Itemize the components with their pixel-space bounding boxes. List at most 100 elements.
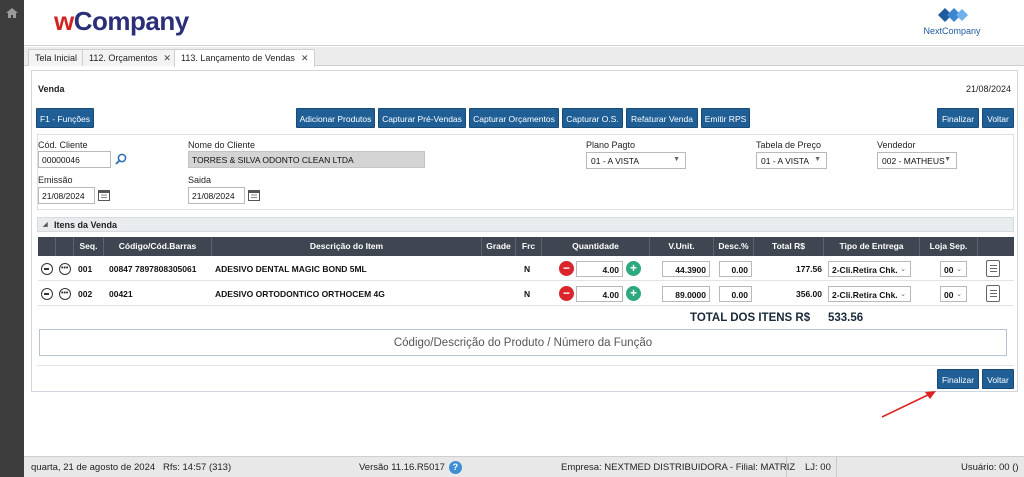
- notes-icon[interactable]: [986, 260, 1000, 277]
- desc-input[interactable]: 0.00: [719, 261, 752, 277]
- status-date: quarta, 21 de agosto de 2024: [31, 462, 156, 473]
- cell-descricao: ADESIVO ORTODONTICO ORTHOCEM 4G: [215, 289, 385, 299]
- table-row[interactable]: ••• 001 00847 7897808305061 ADESIVO DENT…: [38, 257, 1014, 281]
- col-total[interactable]: Total R$: [754, 237, 824, 256]
- chevron-down-icon: ⌄: [956, 291, 962, 298]
- loja-sep-value: 00: [944, 290, 954, 300]
- emissao-input[interactable]: 21/08/2024: [38, 187, 95, 204]
- itens-venda-header[interactable]: ◢ Itens da Venda: [37, 217, 1014, 232]
- collapse-triangle-icon: ◢: [43, 222, 48, 228]
- cell-frc: N: [524, 289, 531, 299]
- itens-venda-title: Itens da Venda: [54, 220, 118, 230]
- tab-label: Tela Inicial: [35, 53, 78, 63]
- home-icon[interactable]: [6, 8, 18, 18]
- company-logo: wCompany: [54, 6, 189, 36]
- col-quantidade[interactable]: Quantidade: [542, 237, 650, 256]
- col-descricao[interactable]: Descrição do Item: [212, 237, 482, 256]
- loja-sep-select[interactable]: 00 ⌄: [940, 261, 967, 277]
- page-date: 21/08/2024: [965, 84, 1011, 94]
- finalizar-button[interactable]: Finalizar: [937, 369, 979, 389]
- tab-orcamentos[interactable]: 112. Orçamentos ✕: [82, 49, 178, 66]
- quantity-input[interactable]: 4.00: [576, 261, 623, 277]
- vendedor-label: Vendedor: [877, 140, 916, 150]
- col-vunit[interactable]: V.Unit.: [650, 237, 714, 256]
- decrease-qty-button[interactable]: −: [559, 286, 574, 301]
- nextcompany-logo: NextCompany: [922, 5, 982, 41]
- loja-sep-value: 00: [944, 265, 954, 275]
- chevron-down-icon: ⌄: [900, 266, 906, 273]
- notes-icon[interactable]: [986, 285, 1000, 302]
- capturar-os-button[interactable]: Capturar O.S.: [562, 108, 623, 128]
- more-options-icon[interactable]: •••: [59, 263, 71, 275]
- col-desc[interactable]: Desc.%: [714, 237, 754, 256]
- venda-panel: Venda 21/08/2024 F1 - Funções Adicionar …: [31, 70, 1018, 392]
- divider: [37, 365, 1014, 366]
- close-icon[interactable]: ✕: [163, 53, 171, 63]
- col-tipo-entrega[interactable]: Tipo de Entrega: [824, 237, 920, 256]
- nextcompany-label: NextCompany: [923, 26, 981, 36]
- chevron-down-icon: ⌄: [956, 266, 962, 273]
- tab-lancamento-vendas[interactable]: 113. Lançamento de Vendas ✕: [174, 49, 316, 67]
- calendar-icon[interactable]: [98, 189, 110, 201]
- calendar-icon[interactable]: [248, 189, 260, 201]
- decrease-qty-button[interactable]: −: [559, 261, 574, 276]
- vunit-input[interactable]: 89.0000: [662, 286, 710, 302]
- capturar-orcamentos-button[interactable]: Capturar Orçamentos: [469, 108, 559, 128]
- tab-strip: Tela Inicial 112. Orçamentos ✕ 113. Lança…: [24, 47, 1024, 67]
- more-options-icon[interactable]: •••: [59, 288, 71, 300]
- help-icon[interactable]: ?: [448, 461, 462, 474]
- annotation-arrow-icon: [881, 391, 936, 418]
- saida-label: Saida: [188, 175, 212, 185]
- tabela-preco-select[interactable]: 01 - A VISTA ▼: [756, 152, 827, 169]
- vunit-input[interactable]: 44.3900: [662, 261, 710, 277]
- finalizar-top-button[interactable]: Finalizar: [937, 108, 979, 128]
- table-row[interactable]: ••• 002 00421 ADESIVO ORTODONTICO ORTHOC…: [38, 282, 1014, 306]
- col-codigo[interactable]: Código/Cód.Barras: [104, 237, 212, 256]
- quantity-input[interactable]: 4.00: [576, 286, 623, 302]
- plano-pagto-select[interactable]: 01 - A VISTA ▼: [586, 152, 686, 169]
- funcoes-button[interactable]: F1 - Funções: [36, 108, 94, 128]
- total-label: TOTAL DOS ITENS R$: [690, 312, 811, 324]
- refaturar-venda-button[interactable]: Refaturar Venda: [626, 108, 698, 128]
- remove-item-icon[interactable]: [41, 263, 53, 275]
- col-loja-sep[interactable]: Loja Sep.: [920, 237, 978, 256]
- emitir-rps-button[interactable]: Emitir RPS: [701, 108, 750, 128]
- product-search-input[interactable]: Código/Descrição do Produto / Número da …: [39, 329, 1007, 356]
- close-icon[interactable]: ✕: [301, 53, 309, 63]
- nome-cliente-label: Nome do Cliente: [188, 140, 256, 150]
- cod-cliente-input[interactable]: 00000046: [38, 151, 111, 168]
- cell-codigo: 00847 7897808305061: [109, 264, 197, 274]
- remove-item-icon[interactable]: [41, 288, 53, 300]
- cell-codigo: 00421: [109, 289, 133, 299]
- voltar-top-button[interactable]: Voltar: [982, 108, 1014, 128]
- search-icon[interactable]: [115, 153, 127, 165]
- chevron-down-icon: ▼: [814, 156, 821, 163]
- version-text: Versão 11.16.R5017: [359, 462, 445, 474]
- cell-total: 177.56: [796, 264, 822, 274]
- increase-qty-button[interactable]: +: [626, 286, 641, 301]
- tipo-entrega-select[interactable]: 2-Cli.Retira Chk. ⌄: [828, 286, 911, 302]
- saida-input[interactable]: 21/08/2024: [188, 187, 245, 204]
- plano-pagto-label: Plano Pagto: [586, 140, 636, 150]
- increase-qty-button[interactable]: +: [626, 261, 641, 276]
- loja-sep-select[interactable]: 00 ⌄: [940, 286, 967, 302]
- tab-label: 113. Lançamento de Vendas: [181, 53, 295, 63]
- tab-tela-inicial[interactable]: Tela Inicial: [28, 49, 85, 66]
- col-seq[interactable]: Seq.: [74, 237, 104, 256]
- tipo-entrega-select[interactable]: 2-Cli.Retira Chk. ⌄: [828, 261, 911, 277]
- divider: [836, 457, 837, 477]
- grid-col-blank: [978, 237, 1014, 256]
- adicionar-produtos-button[interactable]: Adicionar Produtos: [296, 108, 375, 128]
- vendedor-value: 002 - MATHEUS: [882, 156, 945, 166]
- status-version: Versão 11.16.R5017?: [359, 461, 462, 474]
- voltar-button[interactable]: Voltar: [982, 369, 1014, 389]
- col-frc[interactable]: Frc: [516, 237, 542, 256]
- col-grade[interactable]: Grade: [482, 237, 516, 256]
- capturar-prevendas-button[interactable]: Capturar Pré-Vendas: [378, 108, 466, 128]
- grid-header: Seq. Código/Cód.Barras Descrição do Item…: [38, 237, 1014, 256]
- vendedor-select[interactable]: 002 - MATHEUS ▼: [877, 152, 957, 169]
- nome-cliente-input: TORRES & SILVA ODONTO CLEAN LTDA: [188, 151, 425, 168]
- cell-frc: N: [524, 264, 531, 274]
- cell-seq: 002: [78, 289, 93, 299]
- desc-input[interactable]: 0.00: [719, 286, 752, 302]
